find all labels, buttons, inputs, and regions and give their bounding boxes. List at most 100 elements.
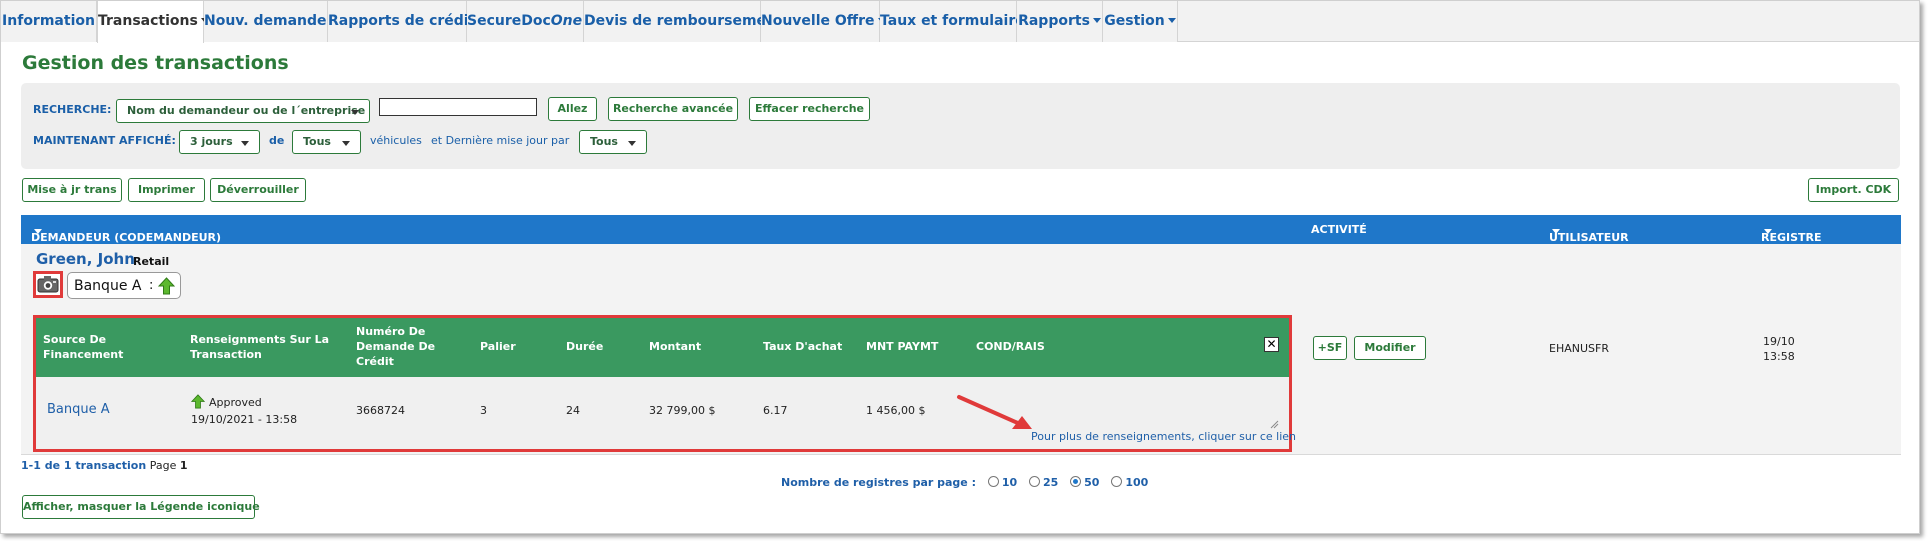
- fin-col-amount: Montant: [649, 340, 702, 353]
- header-line: Crédit: [356, 355, 394, 368]
- go-button[interactable]: Allez: [548, 97, 597, 121]
- header-line: Demande De: [356, 340, 436, 353]
- radio-label: 25: [1043, 476, 1059, 489]
- register-date: 19/10: [1763, 335, 1795, 348]
- per-page-radio-10[interactable]: [987, 476, 999, 487]
- tab-label: Rapports de crédit: [328, 13, 476, 29]
- days-select[interactable]: 3 jours: [179, 130, 260, 154]
- resize-handle-icon[interactable]: [1269, 419, 1279, 429]
- tab-securedoc-one[interactable]: SecureDocOne: [467, 1, 594, 42]
- tab-label: Information: [2, 13, 95, 29]
- page-frame: Information Transactions Nouv. demande R…: [0, 0, 1920, 534]
- bank-chip-label: Banque A: [74, 278, 142, 294]
- bank-chip[interactable]: Banque A :: [67, 272, 181, 299]
- tab-payoff-quotes[interactable]: Devis de remboursement: [584, 1, 794, 42]
- select-value: Nom du demandeur ou de l´entreprise: [127, 104, 366, 117]
- chevron-down-icon: [628, 141, 636, 146]
- user-value: EHANUSFR: [1549, 342, 1609, 355]
- fin-term: 24: [566, 404, 580, 417]
- fin-rate: 6.17: [763, 404, 788, 417]
- print-button[interactable]: Imprimer: [128, 178, 205, 202]
- header-line: Source De: [43, 333, 107, 346]
- header-line: Transaction: [190, 348, 262, 361]
- per-page-radio-50[interactable]: [1070, 476, 1082, 487]
- update-transaction-button[interactable]: Mise à jr trans: [22, 178, 122, 202]
- select-value: Tous: [590, 135, 618, 148]
- chevron-down-icon: [351, 110, 359, 115]
- page-label: Page: [149, 459, 177, 472]
- fin-payment: 1 456,00 $: [866, 404, 926, 417]
- add-sf-button[interactable]: +SF: [1313, 336, 1347, 360]
- per-page-radio-25[interactable]: [1029, 476, 1040, 487]
- vehicles-select[interactable]: Tous: [292, 130, 361, 154]
- fin-col-tier: Palier: [480, 340, 516, 353]
- search-input[interactable]: [379, 98, 537, 116]
- fin-tier: 3: [480, 404, 487, 417]
- tab-information[interactable]: Information: [1, 1, 97, 42]
- camera-icon[interactable]: [33, 271, 63, 298]
- chevron-down-icon: [1552, 229, 1560, 234]
- radio-label: 100: [1125, 476, 1149, 489]
- chevron-down-icon: [342, 141, 350, 146]
- chevron-down-icon: [1764, 229, 1772, 234]
- modify-button[interactable]: Modifier: [1354, 336, 1426, 360]
- radio-label: 10: [1001, 476, 1018, 489]
- fin-source-link[interactable]: Banque A: [47, 402, 110, 417]
- transaction-count: 1-1 de 1 transaction: [21, 459, 147, 472]
- results-table-header: DEMANDEUR (CODEMANDEUR) ACTIVITÉ UTILISA…: [21, 215, 1901, 244]
- approved-arrow-icon: [191, 394, 205, 409]
- tab-management[interactable]: Gestion: [1103, 1, 1178, 42]
- tab-label-italic: One: [550, 13, 583, 29]
- tab-label: SecureDoc: [467, 13, 551, 29]
- showing-label: MAINTENANT AFFICHÉ:: [33, 134, 176, 147]
- fin-status: Approved: [209, 396, 262, 409]
- of-label: de: [269, 134, 285, 147]
- register-time: 13:58: [1763, 350, 1795, 363]
- col-label: DEMANDEUR (CODEMANDEUR): [31, 231, 222, 244]
- tab-label: Nouv. demande: [204, 13, 327, 29]
- more-info-link[interactable]: Pour plus de renseignements, cliquer sur…: [1031, 430, 1296, 443]
- select-value: 3 jours: [190, 135, 233, 148]
- close-icon[interactable]: ✕: [1264, 337, 1279, 352]
- tab-label: Taux et formulaires: [880, 13, 1034, 29]
- advanced-search-button[interactable]: Recherche avancée: [608, 97, 738, 121]
- tab-rates-forms[interactable]: Taux et formulaires: [880, 1, 1033, 42]
- chevron-down-icon: [1092, 17, 1101, 23]
- import-cdk-button[interactable]: Import. CDK: [1808, 178, 1899, 202]
- header-line: Numéro De: [356, 325, 426, 338]
- fin-col-rate: Taux D'achat: [763, 340, 843, 353]
- per-page-radio-100[interactable]: [1111, 476, 1123, 487]
- page-title: Gestion des transactions: [22, 52, 289, 74]
- chevron-down-icon: [1167, 17, 1176, 23]
- per-page-selector: Nombre de registres par page : 10 25 50 …: [781, 476, 1148, 489]
- fin-col-payment: MNT PAYMT: [866, 340, 939, 353]
- col-activity: ACTIVITÉ: [1311, 223, 1367, 236]
- toggle-legend-button[interactable]: Afficher, masquer la Légende iconique: [22, 495, 260, 519]
- fin-amount: 32 799,00 $: [649, 404, 716, 417]
- tab-label: Transactions: [98, 13, 198, 29]
- chevron-down-icon: [241, 141, 249, 146]
- page-number: 1: [179, 459, 188, 472]
- bank-chip-separator: :: [149, 278, 154, 293]
- tab-reports[interactable]: Rapports: [1017, 1, 1103, 42]
- tab-label: Gestion: [1104, 13, 1165, 29]
- tab-transactions[interactable]: Transactions: [97, 1, 209, 43]
- applicant-name-link[interactable]: Green, John: [36, 250, 135, 268]
- updated-by-label: et Dernière mise jour par: [431, 134, 570, 147]
- tab-credit-reports[interactable]: Rapports de crédit: [328, 1, 487, 42]
- search-field-select[interactable]: Nom du demandeur ou de l´entreprise: [116, 99, 370, 123]
- pagination-info: 1-1 de 1 transaction Page 1: [21, 459, 188, 472]
- header-line: Financement: [43, 348, 124, 361]
- tab-new-offer[interactable]: Nouvelle Offre: [761, 1, 886, 42]
- search-panel: [21, 83, 1900, 169]
- updated-by-select[interactable]: Tous: [579, 130, 647, 154]
- vehicles-label: véhicules: [370, 134, 422, 147]
- radio-label: 50: [1084, 476, 1100, 489]
- deal-type: Retail: [133, 255, 170, 268]
- clear-search-button[interactable]: Effacer recherche: [749, 97, 870, 121]
- chevron-down-icon: [34, 229, 42, 234]
- per-page-label: Nombre de registres par page :: [781, 476, 976, 489]
- unlock-button[interactable]: Déverrouiller: [210, 178, 306, 202]
- tab-new-request[interactable]: Nouv. demande: [204, 1, 338, 42]
- financing-table-header: Source De Financement Renseignments Sur L…: [36, 318, 1289, 377]
